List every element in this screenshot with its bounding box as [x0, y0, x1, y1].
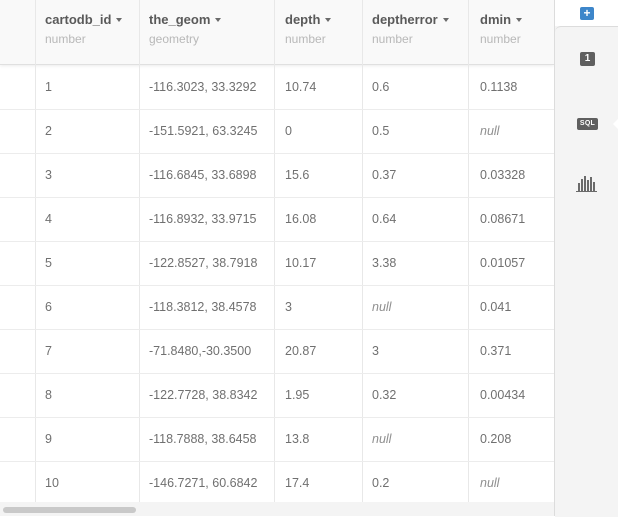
table-cell-depth[interactable]: 16.08: [285, 197, 316, 241]
table-cell-deptherror[interactable]: null: [372, 285, 391, 329]
add-layer-button[interactable]: +: [580, 7, 594, 20]
table-cell-the-geom[interactable]: -116.6845, 33.6898: [149, 153, 257, 197]
table-row[interactable]: 10 -146.7271, 60.6842 17.4 0.2 null: [0, 461, 554, 502]
column-name[interactable]: cartodb_id: [45, 12, 123, 27]
column-type: number: [45, 32, 86, 46]
caret-down-icon[interactable]: [325, 17, 332, 22]
table-cell-cartodb-id[interactable]: 7: [45, 329, 52, 373]
table-cell-cartodb-id[interactable]: 2: [45, 109, 52, 153]
column-name-label: deptherror: [372, 12, 438, 27]
table-cell-depth[interactable]: 10.17: [285, 241, 316, 285]
table-cell-cartodb-id[interactable]: 10: [45, 461, 59, 502]
table-cell-depth[interactable]: 0: [285, 109, 292, 153]
column-name-label: cartodb_id: [45, 12, 112, 27]
table-cell-deptherror[interactable]: 3.38: [372, 241, 396, 285]
column-type: geometry: [149, 32, 200, 46]
table-cell-deptherror[interactable]: 0.6: [372, 65, 389, 109]
side-panel-top: +: [555, 0, 618, 26]
table-row[interactable]: 7 -71.8480,-30.3500 20.87 3 0.371: [0, 329, 554, 374]
table-cell-the-geom[interactable]: -122.8527, 38.7918: [149, 241, 257, 285]
table-row[interactable]: 9 -118.7888, 38.6458 13.8 null 0.208: [0, 417, 554, 462]
caret-down-icon[interactable]: [516, 17, 523, 22]
table-cell-cartodb-id[interactable]: 6: [45, 285, 52, 329]
table-cell-depth[interactable]: 20.87: [285, 329, 316, 373]
table-cell-dmin[interactable]: 0.208: [480, 417, 511, 461]
table-row[interactable]: 5 -122.8527, 38.7918 10.17 3.38 0.01057: [0, 241, 554, 286]
table-cell-deptherror[interactable]: null: [372, 417, 391, 461]
table-cell-depth[interactable]: 15.6: [285, 153, 309, 197]
active-tool-indicator: [613, 118, 618, 130]
table-cell-deptherror[interactable]: 0.32: [372, 373, 396, 417]
table-cell-the-geom[interactable]: -116.8932, 33.9715: [149, 197, 257, 241]
side-panel: + 1 SQL: [554, 0, 618, 517]
table-cell-cartodb-id[interactable]: 8: [45, 373, 52, 417]
table-row[interactable]: 6 -118.3812, 38.4578 3 null 0.041: [0, 285, 554, 330]
table-cell-the-geom[interactable]: -116.3023, 33.3292: [149, 65, 257, 109]
sql-icon[interactable]: SQL: [577, 118, 598, 130]
table-row[interactable]: 8 -122.7728, 38.8342 1.95 0.32 0.00434: [0, 373, 554, 418]
table-cell-dmin[interactable]: null: [480, 461, 499, 502]
table-cell-dmin[interactable]: 0.00434: [480, 373, 525, 417]
table-cell-dmin[interactable]: null: [480, 109, 499, 153]
column-name-label: dmin: [480, 12, 512, 27]
table-cell-the-geom[interactable]: -151.5921, 63.3245: [149, 109, 257, 153]
column-name[interactable]: the_geom: [149, 12, 222, 27]
table-cell-depth[interactable]: 13.8: [285, 417, 309, 461]
table-cell-deptherror[interactable]: 3: [372, 329, 379, 373]
table-cell-dmin[interactable]: 0.041: [480, 285, 511, 329]
column-name[interactable]: dmin: [480, 12, 523, 27]
table-row[interactable]: 2 -151.5921, 63.3245 0 0.5 null: [0, 109, 554, 154]
column-type: number: [480, 32, 521, 46]
table-cell-depth[interactable]: 10.74: [285, 65, 316, 109]
table-row[interactable]: 4 -116.8932, 33.9715 16.08 0.64 0.08671: [0, 197, 554, 242]
table-cell-cartodb-id[interactable]: 5: [45, 241, 52, 285]
side-panel-tools: [555, 26, 618, 517]
table-cell-depth[interactable]: 17.4: [285, 461, 309, 502]
table-cell-depth[interactable]: 1.95: [285, 373, 309, 417]
table-cell-cartodb-id[interactable]: 4: [45, 197, 52, 241]
table-cell-cartodb-id[interactable]: 1: [45, 65, 52, 109]
histogram-icon[interactable]: [576, 176, 598, 192]
table-cell-the-geom[interactable]: -71.8480,-30.3500: [149, 329, 251, 373]
table-cell-the-geom[interactable]: -118.7888, 38.6458: [149, 417, 257, 461]
table-cell-dmin[interactable]: 0.1138: [480, 65, 517, 109]
table-cell-dmin[interactable]: 0.371: [480, 329, 511, 373]
layer-count-badge[interactable]: 1: [580, 52, 595, 66]
table-cell-depth[interactable]: 3: [285, 285, 292, 329]
table-cell-cartodb-id[interactable]: 9: [45, 417, 52, 461]
caret-down-icon[interactable]: [116, 17, 123, 22]
column-name-label: depth: [285, 12, 321, 27]
table-row[interactable]: 3 -116.6845, 33.6898 15.6 0.37 0.03328: [0, 153, 554, 198]
table-cell-deptherror[interactable]: 0.2: [372, 461, 389, 502]
caret-down-icon[interactable]: [442, 17, 449, 22]
column-type: number: [372, 32, 413, 46]
scrollbar-thumb[interactable]: [3, 507, 136, 513]
table-cell-dmin[interactable]: 0.01057: [480, 241, 525, 285]
horizontal-scrollbar[interactable]: [0, 502, 554, 516]
table-cell-deptherror[interactable]: 0.64: [372, 197, 396, 241]
column-name[interactable]: depth: [285, 12, 332, 27]
caret-down-icon[interactable]: [215, 17, 222, 22]
table-cell-the-geom[interactable]: -118.3812, 38.4578: [149, 285, 257, 329]
table-cell-dmin[interactable]: 0.03328: [480, 153, 525, 197]
table-cell-the-geom[interactable]: -122.7728, 38.8342: [149, 373, 257, 417]
table-cell-dmin[interactable]: 0.08671: [480, 197, 525, 241]
table-cell-deptherror[interactable]: 0.37: [372, 153, 396, 197]
data-table: cartodb_idnumber the_geom geometry depth num…: [0, 0, 554, 502]
table-cell-cartodb-id[interactable]: 3: [45, 153, 52, 197]
column-type: number: [285, 32, 326, 46]
column-name-label: the_geom: [149, 12, 211, 27]
table-row[interactable]: 1 -116.3023, 33.3292 10.74 0.6 0.1138: [0, 65, 554, 110]
table-cell-deptherror[interactable]: 0.5: [372, 109, 389, 153]
table-cell-the-geom[interactable]: -146.7271, 60.6842: [149, 461, 257, 502]
column-name[interactable]: deptherror: [372, 12, 449, 27]
